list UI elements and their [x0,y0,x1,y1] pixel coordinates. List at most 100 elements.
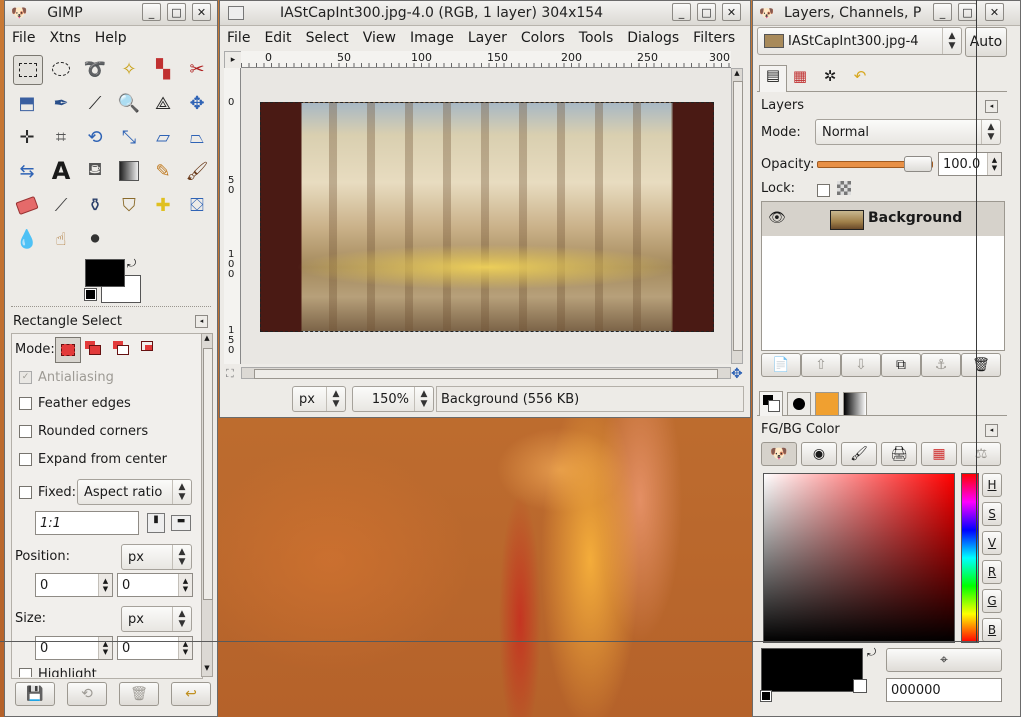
size-h-field[interactable]: 0 ▲ ▼ [117,636,193,660]
navigation-icon[interactable]: ✥ [731,366,743,382]
fg-color-preview[interactable] [761,648,863,692]
image-minimize-button[interactable]: _ [672,3,691,21]
crop-tool-icon[interactable]: ⌗ [47,123,75,151]
dodge-burn-tool-icon[interactable]: ⚫ [81,225,109,253]
smudge-tool-icon[interactable]: ☝ [47,225,75,253]
top-ruler[interactable]: 0 50 100 150 200 250 300 [241,51,731,68]
image-select[interactable]: IAStCapInt300.jpg-4 ▲ ▼ [757,27,962,55]
select-by-color-tool-icon[interactable]: ▚ [149,55,177,83]
default-colors-icon[interactable] [84,288,97,301]
minimize-button[interactable]: _ [142,3,161,21]
panel-menu-icon[interactable]: ◂ [195,315,208,328]
navigate-icon-small[interactable]: ⛶ [226,367,234,381]
canvas-area[interactable] [241,68,731,364]
reset-options-button[interactable]: ↩ [171,682,211,706]
new-layer-button[interactable]: 📄 [761,353,801,377]
pencil-tool-icon[interactable]: ✎ [149,157,177,185]
scrollbar-thumb[interactable] [203,348,213,600]
menu-filters[interactable]: Filters [686,30,742,46]
ratio-field[interactable]: 1:1 [35,511,139,535]
default-fg-bg-icon[interactable] [760,690,772,702]
horizontal-scrollbar[interactable] [241,367,731,379]
feather-edges-checkbox[interactable] [19,397,32,410]
maximize-button[interactable]: □ [167,3,186,21]
menu-colors[interactable]: Colors [514,30,572,46]
palette-button[interactable]: ▦ [921,442,957,466]
expand-from-center-checkbox[interactable] [19,453,32,466]
magnify-tool-icon[interactable]: 🔍 [115,89,143,117]
scale-tool-icon[interactable]: ⤡ [115,123,143,151]
heal-tool-icon[interactable]: ✚ [149,191,177,219]
toolbox-titlebar[interactable]: 🐶 GIMP _ □ ✕ [5,1,217,26]
scales-button[interactable]: ⚖ [961,442,1001,466]
menu-select[interactable]: Select [299,30,356,46]
opacity-field[interactable]: 100.0 ▲ ▼ [938,152,1002,176]
tab-patterns-icon[interactable] [815,392,839,416]
fuzzy-select-tool-icon[interactable]: ✧ [115,55,143,83]
image-maximize-button[interactable]: □ [697,3,716,21]
ellipse-select-tool-icon[interactable] [47,55,75,83]
measure-tool-icon[interactable]: ⟁ [149,89,177,117]
perspective-tool-icon[interactable]: ⏢ [183,123,211,151]
horizontal-scrollbar-thumb[interactable] [254,369,718,379]
mode-intersect-button[interactable] [141,341,157,355]
menu-edit[interactable]: Edit [257,30,298,46]
tab-paths-icon[interactable]: ✲ [817,67,843,91]
tab-channels-icon[interactable]: ▦ [787,67,813,91]
delete-layer-button[interactable]: 🗑 [961,353,1001,377]
paths-tool-icon[interactable]: ✒ [47,89,75,117]
feather-edges-option[interactable]: Feather edges [19,396,131,411]
clone-tool-icon[interactable]: ⛉ [115,191,143,219]
mode-add-button[interactable] [85,341,101,355]
layers-titlebar[interactable]: 🐶 Layers, Channels, P _ □ ✕ [753,1,1020,26]
image-layer[interactable] [260,102,714,332]
visibility-eye-icon[interactable]: 👁 [768,210,786,226]
scissors-tool-icon[interactable]: ✂ [183,55,211,83]
menu-file[interactable]: File [220,30,257,46]
foreground-select-tool-icon[interactable]: ⬒ [13,89,41,117]
layer-mode-select[interactable]: Normal ▲ ▼ [815,119,1001,145]
ruler-corner[interactable]: ▸ [224,51,242,69]
blend-tool-icon[interactable] [115,157,143,185]
unit-select[interactable]: px ▲ ▼ [292,386,346,412]
dock-minimize-button[interactable]: _ [933,3,952,21]
mode-subtract-button[interactable] [113,341,129,355]
vertical-scrollbar-thumb[interactable] [733,81,743,351]
lasso-tool-icon[interactable]: ➰ [81,55,109,83]
paintbrush-tool-icon[interactable]: 🖌 [183,157,211,185]
bg-color-preview[interactable] [853,679,867,693]
fixed-mode-select[interactable]: Aspect ratio ▲ ▼ [77,479,192,505]
color-wheel-button[interactable]: ◉ [801,442,837,466]
rounded-corners-checkbox[interactable] [19,425,32,438]
fixed-option[interactable]: Fixed: [19,485,76,500]
dock-close-button[interactable]: ✕ [985,3,1004,21]
left-ruler[interactable]: 0 5 0 1 0 0 1 5 0 [224,68,241,364]
duplicate-layer-button[interactable]: ⧉ [881,353,921,377]
rect-select-tool-icon[interactable] [13,55,43,85]
auto-button[interactable]: Auto [965,27,1007,57]
tab-gradients-icon[interactable] [843,392,867,416]
color-panel-menu-icon[interactable]: ◂ [985,424,998,437]
watercolor-button[interactable]: 🖌 [841,442,877,466]
rounded-corners-option[interactable]: Rounded corners [19,424,148,439]
opacity-slider-thumb[interactable] [904,156,932,172]
airbrush-tool-icon[interactable]: ⟋ [47,191,75,219]
eraser-tool-icon[interactable] [13,191,41,219]
position-unit-select[interactable]: px ▲ ▼ [121,544,192,570]
channel-s-button[interactable]: S [982,502,1002,526]
mode-replace-button[interactable] [55,337,81,363]
hex-color-field[interactable]: 000000 [886,678,1002,702]
vertical-scrollbar[interactable]: ▲ [731,68,743,364]
size-w-field[interactable]: 0 ▲ ▼ [35,636,113,660]
menu-dialogs[interactable]: Dialogs [620,30,686,46]
raise-layer-button[interactable]: ⇧ [801,353,841,377]
menu-tools[interactable]: Tools [572,30,621,46]
tab-undo-icon[interactable]: ↶ [847,67,873,91]
dock-maximize-button[interactable]: □ [958,3,977,21]
swap-fg-bg-icon[interactable]: ⤾ [867,646,876,660]
channel-h-button[interactable]: H [982,473,1002,497]
cmyk-button[interactable]: 🖨 [881,442,917,466]
move-tool-icon[interactable]: ✥ [183,89,211,117]
tab-brushes-icon[interactable] [787,392,811,416]
tab-layers-icon[interactable]: ▤ [759,65,787,92]
